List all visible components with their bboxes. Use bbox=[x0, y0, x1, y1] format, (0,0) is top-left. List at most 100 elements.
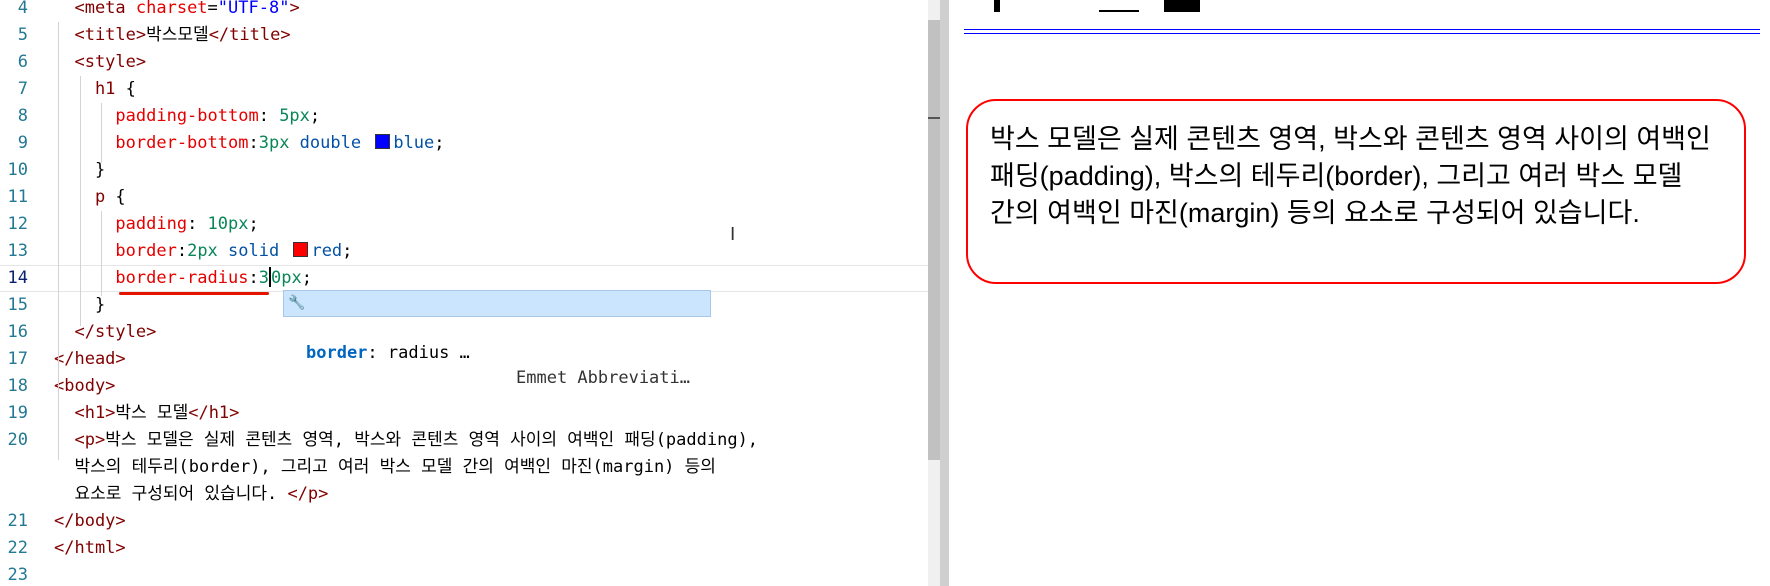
indent-guide bbox=[101, 103, 102, 163]
code-token: double bbox=[299, 133, 372, 153]
code-text: padding: 10px; bbox=[54, 211, 258, 238]
code-token: padding bbox=[54, 214, 188, 234]
code-text: <body> bbox=[54, 373, 115, 400]
code-token: <p> bbox=[54, 430, 106, 450]
code-token: : bbox=[187, 214, 208, 234]
code-text: 박스의 테두리(border), 그리고 여러 박스 모델 간의 여백인 마진(… bbox=[54, 454, 716, 481]
code-token: <title> bbox=[54, 25, 147, 45]
code-text: <title>박스모델</title> bbox=[54, 22, 291, 49]
code-text: p { bbox=[54, 184, 126, 211]
code-token: 3px bbox=[258, 133, 300, 153]
code-token: 박스 모델은 실제 콘텐츠 영역, 박스와 콘텐츠 영역 사이의 여백인 패딩(… bbox=[105, 430, 759, 450]
code-token: <h1> bbox=[54, 403, 116, 423]
heading-glyph-fragment bbox=[994, 0, 1000, 12]
line-number: 6 bbox=[17, 52, 28, 72]
heading-glyph-fragment bbox=[1164, 0, 1200, 12]
code-token: </body> bbox=[54, 511, 126, 531]
line-number: 8 bbox=[17, 106, 28, 126]
line-number: 10 bbox=[7, 160, 28, 180]
code-line[interactable]: 14 border-radius:3 0px; bbox=[0, 265, 935, 292]
line-number: 18 bbox=[7, 376, 28, 396]
code-text: <h1>박스 모델</h1> bbox=[54, 400, 239, 427]
screen: 4 <meta charset="UTF-8"> 5 <title>박스모델</t… bbox=[0, 0, 1770, 586]
code-text: </style> bbox=[54, 319, 156, 346]
line-number: 5 bbox=[17, 25, 28, 45]
line-number: 22 bbox=[7, 538, 28, 558]
code-token: <meta bbox=[54, 0, 136, 18]
code-token: { bbox=[115, 187, 126, 207]
suggestion-label-bold: border bbox=[306, 343, 368, 363]
line-number: 15 bbox=[7, 295, 28, 315]
indent-guide bbox=[80, 76, 81, 326]
code-token: blue bbox=[393, 133, 435, 153]
code-text: <style> bbox=[54, 49, 146, 76]
preview-paragraph: 박스 모델은 실제 콘텐츠 영역, 박스와 콘텐츠 영역 사이의 여백인 패딩(… bbox=[966, 99, 1746, 284]
line-number: 11 bbox=[7, 187, 28, 207]
heading-glyph-fragment bbox=[1099, 10, 1139, 12]
code-token: = bbox=[207, 0, 218, 18]
line-number: 21 bbox=[7, 511, 28, 531]
pane-divider[interactable] bbox=[940, 0, 949, 586]
code-token: 5px bbox=[279, 106, 310, 126]
code-token: 박스의 테두리(border), 그리고 여러 박스 모델 간의 여백인 마진(… bbox=[54, 457, 716, 477]
color-swatch-icon[interactable] bbox=[293, 242, 309, 257]
editor-vertical-scrollbar[interactable] bbox=[928, 0, 940, 586]
code-token: <style> bbox=[54, 52, 147, 72]
code-editor[interactable]: 4 <meta charset="UTF-8"> 5 <title>박스모델</t… bbox=[0, 0, 935, 586]
line-number: 12 bbox=[7, 214, 28, 234]
line-number: 14 bbox=[7, 268, 28, 288]
code-token: </head> bbox=[54, 349, 126, 369]
code-text: <meta charset="UTF-8"> bbox=[54, 0, 300, 22]
code-token: : bbox=[176, 241, 188, 261]
suggestion-label: border: radius … bbox=[306, 341, 470, 366]
code-text: 요소로 구성되어 있습니다. </p> bbox=[54, 481, 328, 508]
code-token: </title> bbox=[208, 25, 291, 45]
code-token: </h1> bbox=[188, 403, 240, 423]
editor-scroll-thumb[interactable] bbox=[928, 20, 940, 460]
code-text: border-radius:3 0px; bbox=[54, 265, 312, 292]
code-token: 0px bbox=[270, 268, 302, 288]
code-token: 요소로 구성되어 있습니다. bbox=[54, 484, 288, 504]
code-token: { bbox=[125, 79, 136, 99]
code-token: ; bbox=[434, 133, 445, 153]
code-token: <body> bbox=[54, 376, 116, 396]
code-token: </style> bbox=[54, 322, 157, 342]
wrench-icon: 🔧 bbox=[288, 295, 306, 311]
code-token: 10px bbox=[207, 214, 249, 234]
browser-preview: 박스 모델은 실제 콘텐츠 영역, 박스와 콘텐츠 영역 사이의 여백인 패딩(… bbox=[949, 0, 1770, 586]
line-number: 9 bbox=[17, 133, 28, 153]
line-number: 23 bbox=[7, 565, 28, 585]
code-token: "UTF-8" bbox=[217, 0, 290, 18]
line-number: 17 bbox=[7, 349, 28, 369]
code-token: </html> bbox=[54, 538, 126, 558]
code-text: </body> bbox=[54, 508, 126, 535]
line-number: 13 bbox=[7, 241, 28, 261]
code-text: padding-bottom: 5px; bbox=[54, 103, 320, 130]
code-text: border-bottom:3px double blue; bbox=[54, 130, 445, 157]
code-token: 3 bbox=[258, 268, 269, 288]
code-token: h1 bbox=[54, 79, 126, 99]
code-token: border bbox=[54, 241, 177, 261]
code-token: 박스모델 bbox=[146, 25, 209, 45]
indent-guide bbox=[58, 22, 59, 460]
code-token: 박스 모델 bbox=[115, 403, 189, 423]
code-token: </p> bbox=[287, 484, 329, 504]
line-number: 20 bbox=[7, 430, 28, 450]
autocomplete-suggestion[interactable]: 🔧 border: radius … Emmet Abbreviati… bbox=[283, 290, 711, 388]
code-text: </html> bbox=[54, 535, 126, 562]
code-text: </head> bbox=[54, 346, 126, 373]
mouse-ibeam-cursor-icon: I bbox=[730, 224, 736, 245]
code-token: > bbox=[289, 0, 300, 18]
suggestion-detail: Emmet Abbreviati… bbox=[516, 368, 690, 388]
code-text: h1 { bbox=[54, 76, 136, 103]
code-token: ; bbox=[342, 241, 353, 261]
code-token: : bbox=[248, 133, 259, 153]
code-token: 2px bbox=[187, 241, 229, 261]
suggestion-label-rest: : radius … bbox=[367, 343, 470, 363]
code-token: padding-bottom bbox=[54, 106, 259, 126]
code-token: charset bbox=[135, 0, 208, 18]
code-token: border-bottom bbox=[54, 133, 249, 153]
error-squiggle bbox=[119, 292, 269, 295]
overview-ruler-mark bbox=[928, 117, 940, 119]
color-swatch-icon[interactable] bbox=[375, 134, 391, 149]
